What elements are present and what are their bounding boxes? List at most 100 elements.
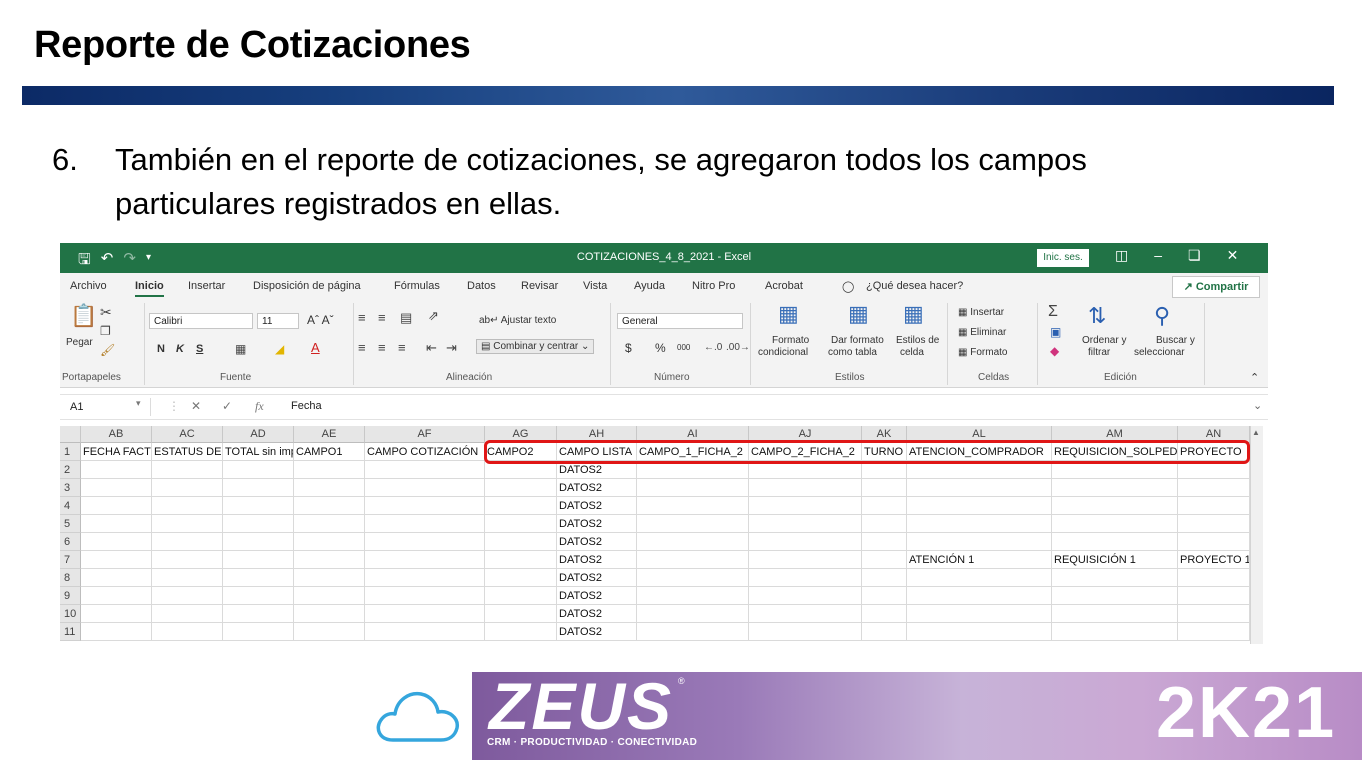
column-header-af[interactable]: AF — [365, 426, 485, 443]
orientation-icon[interactable]: ⇗ — [428, 309, 439, 323]
tab-vista[interactable]: Vista — [583, 280, 607, 292]
cell-af11[interactable] — [365, 623, 485, 641]
cell-af9[interactable] — [365, 587, 485, 605]
grow-font-icon[interactable]: Aˆ Aˇ — [307, 313, 334, 327]
restore-icon[interactable]: ❏ — [1188, 247, 1201, 264]
cell-ai5[interactable] — [637, 515, 749, 533]
cell-ae6[interactable] — [294, 533, 365, 551]
cell-af3[interactable] — [365, 479, 485, 497]
cell-ac8[interactable] — [152, 569, 223, 587]
select-all-corner[interactable] — [60, 426, 81, 443]
cell-ae5[interactable] — [294, 515, 365, 533]
wrap-text-button[interactable]: ab↵ Ajustar texto — [479, 315, 556, 326]
cell-ad9[interactable] — [223, 587, 294, 605]
row-header-1[interactable]: 1 — [60, 443, 81, 461]
conditional-format-icon[interactable]: ▦ — [778, 303, 799, 325]
cell-ab5[interactable] — [81, 515, 152, 533]
cell-ah10[interactable]: DATOS2 — [557, 605, 637, 623]
cell-aj7[interactable] — [749, 551, 862, 569]
cell-ak9[interactable] — [862, 587, 907, 605]
format-painter-icon[interactable]: 🖌 — [100, 343, 115, 357]
cell-ai10[interactable] — [637, 605, 749, 623]
cell-ab4[interactable] — [81, 497, 152, 515]
row-header-11[interactable]: 11 — [60, 623, 81, 641]
column-header-ad[interactable]: AD — [223, 426, 294, 443]
cell-am8[interactable] — [1052, 569, 1178, 587]
close-icon[interactable]: ✕ — [1227, 247, 1239, 264]
cell-styles-label-2[interactable]: celda — [900, 347, 924, 358]
cell-ad11[interactable] — [223, 623, 294, 641]
cell-al4[interactable] — [907, 497, 1052, 515]
cell-ag11[interactable] — [485, 623, 557, 641]
cell-al3[interactable] — [907, 479, 1052, 497]
cell-ab6[interactable] — [81, 533, 152, 551]
autosum-icon[interactable]: Σ — [1048, 304, 1058, 320]
tab-datos[interactable]: Datos — [467, 280, 496, 292]
cell-am6[interactable] — [1052, 533, 1178, 551]
cell-ak10[interactable] — [862, 605, 907, 623]
cell-am9[interactable] — [1052, 587, 1178, 605]
sign-in-button[interactable]: Inic. ses. — [1037, 249, 1089, 267]
align-bottom-icon[interactable]: ▤ — [400, 311, 412, 325]
cell-ah11[interactable]: DATOS2 — [557, 623, 637, 641]
cell-ac7[interactable] — [152, 551, 223, 569]
copy-icon[interactable]: ❐ — [100, 324, 111, 338]
vertical-scrollbar[interactable]: ▲ — [1250, 426, 1263, 644]
increase-indent-icon[interactable]: ⇥ — [446, 341, 457, 355]
cell-ab8[interactable] — [81, 569, 152, 587]
cell-am3[interactable] — [1052, 479, 1178, 497]
cell-al6[interactable] — [907, 533, 1052, 551]
sort-filter-icon[interactable]: ⇅ — [1088, 305, 1106, 327]
cell-aj9[interactable] — [749, 587, 862, 605]
format-table-label-2[interactable]: como tabla — [828, 347, 877, 358]
format-table-label-1[interactable]: Dar formato — [831, 335, 884, 346]
ribbon-display-icon[interactable]: ◫ — [1115, 247, 1128, 264]
cell-ae2[interactable] — [294, 461, 365, 479]
scroll-up-icon[interactable]: ▲ — [1252, 428, 1261, 437]
tab-formulas[interactable]: Fórmulas — [394, 280, 440, 292]
cell-an3[interactable] — [1178, 479, 1250, 497]
cell-ab11[interactable] — [81, 623, 152, 641]
row-header-2[interactable]: 2 — [60, 461, 81, 479]
cell-an4[interactable] — [1178, 497, 1250, 515]
cell-ag6[interactable] — [485, 533, 557, 551]
cell-af7[interactable] — [365, 551, 485, 569]
cell-ae11[interactable] — [294, 623, 365, 641]
fill-icon[interactable]: ▣ — [1050, 325, 1061, 339]
percent-button[interactable]: % — [655, 341, 666, 355]
cell-ac9[interactable] — [152, 587, 223, 605]
cell-ad3[interactable] — [223, 479, 294, 497]
cell-ai7[interactable] — [637, 551, 749, 569]
tab-archivo[interactable]: Archivo — [70, 280, 107, 292]
cell-ae9[interactable] — [294, 587, 365, 605]
row-header-9[interactable]: 9 — [60, 587, 81, 605]
cell-an7[interactable]: PROYECTO 1 — [1178, 551, 1250, 569]
sort-filter-label-2[interactable]: filtrar — [1088, 347, 1110, 358]
cell-ak7[interactable] — [862, 551, 907, 569]
cell-an9[interactable] — [1178, 587, 1250, 605]
cell-ai6[interactable] — [637, 533, 749, 551]
font-size-select[interactable]: 11 — [257, 313, 299, 329]
find-select-label-2[interactable]: seleccionar — [1134, 347, 1185, 358]
font-name-select[interactable]: Calibri — [149, 313, 253, 329]
name-box-dropdown-icon[interactable]: ▾ — [136, 398, 141, 409]
paste-icon[interactable]: 📋 — [70, 305, 97, 327]
cell-ae3[interactable] — [294, 479, 365, 497]
cell-ac6[interactable] — [152, 533, 223, 551]
fill-color-icon[interactable]: ◢ — [275, 342, 284, 356]
expand-formula-icon[interactable]: ⌄ — [1253, 399, 1262, 412]
cell-aj5[interactable] — [749, 515, 862, 533]
cell-am11[interactable] — [1052, 623, 1178, 641]
thousands-button[interactable]: 000 — [677, 343, 690, 352]
cell-ak6[interactable] — [862, 533, 907, 551]
conditional-format-label-2[interactable]: condicional — [758, 347, 808, 358]
font-color-icon[interactable]: A — [311, 341, 320, 355]
cell-ai9[interactable] — [637, 587, 749, 605]
collapse-ribbon-icon[interactable]: ⌃ — [1250, 371, 1259, 384]
cell-ae10[interactable] — [294, 605, 365, 623]
row-header-10[interactable]: 10 — [60, 605, 81, 623]
insert-function-icon[interactable]: fx — [255, 399, 264, 414]
clear-icon[interactable]: ◆ — [1050, 344, 1059, 358]
cell-al5[interactable] — [907, 515, 1052, 533]
cell-ag3[interactable] — [485, 479, 557, 497]
